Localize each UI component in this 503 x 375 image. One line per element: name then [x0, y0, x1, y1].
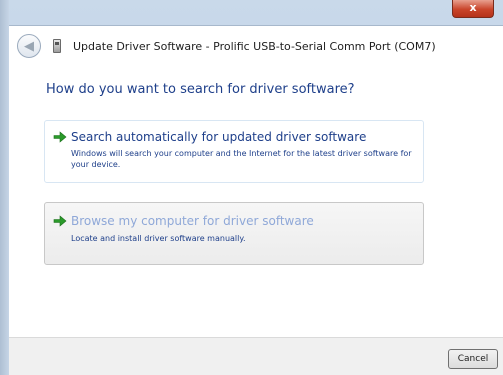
page-heading: How do you want to search for driver sof…: [46, 82, 355, 97]
search-automatically-option[interactable]: Search automatically for updated driver …: [44, 120, 424, 183]
wizard-content: [9, 25, 503, 375]
option-title: Browse my computer for driver software: [71, 214, 314, 228]
green-arrow-icon: [53, 131, 67, 143]
option-description: Windows will search your computer and th…: [71, 149, 412, 169]
browse-computer-option[interactable]: Browse my computer for driver software L…: [44, 202, 424, 265]
option-description: Locate and install driver software manua…: [71, 234, 246, 243]
back-button[interactable]: ◀: [17, 34, 41, 58]
wizard-window: x ◀ Update Driver Software - Prolific US…: [0, 0, 503, 375]
window-left-frame: [0, 0, 9, 375]
green-arrow-icon: [53, 215, 67, 227]
device-icon: [53, 39, 61, 53]
close-icon: x: [469, 1, 477, 14]
close-button[interactable]: x: [452, 0, 494, 18]
option-title: Search automatically for updated driver …: [71, 130, 367, 144]
wizard-footer: Cancel: [9, 337, 503, 375]
window-title: Update Driver Software - Prolific USB-to…: [73, 39, 436, 53]
back-arrow-icon: ◀: [24, 38, 34, 54]
cancel-button[interactable]: Cancel: [448, 349, 498, 369]
wizard-titlebar: ◀ Update Driver Software - Prolific USB-…: [9, 26, 503, 66]
